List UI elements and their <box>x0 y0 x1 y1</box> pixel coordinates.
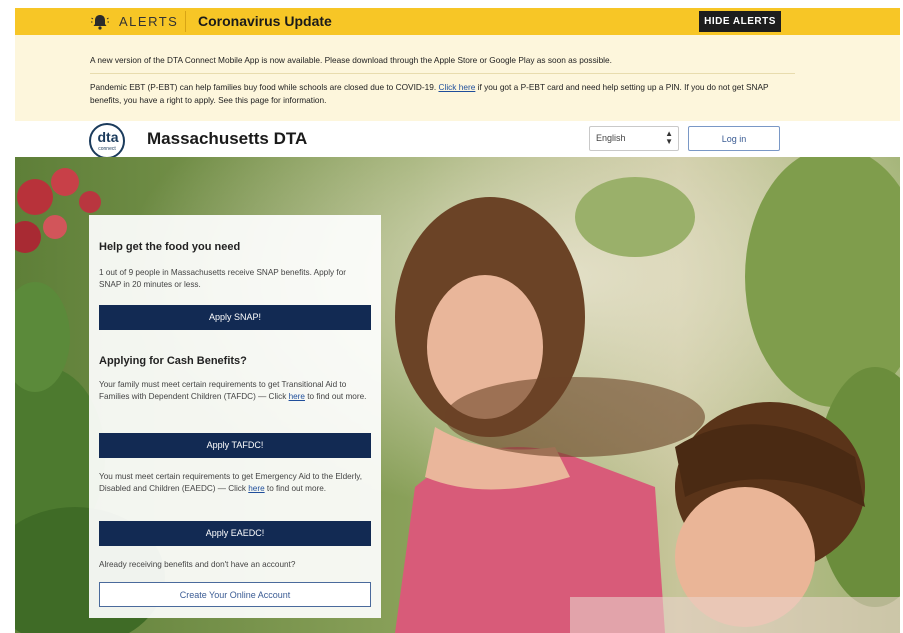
cash-benefits-heading: Applying for Cash Benefits? <box>99 355 247 367</box>
account-prompt: Already receiving benefits and don't hav… <box>99 560 296 569</box>
bell-icon <box>91 13 109 31</box>
login-button[interactable]: Log in <box>688 126 780 151</box>
dta-connect-logo[interactable]: dta connect <box>89 123 125 159</box>
eaedc-description: You must meet certain requirements to ge… <box>99 471 369 494</box>
logo-text: dta <box>97 129 119 145</box>
alert-divider <box>185 11 186 32</box>
alert-message-app: A new version of the DTA Connect Mobile … <box>90 55 612 65</box>
hide-alerts-button[interactable]: HIDE ALERTS <box>699 11 781 32</box>
alerts-label: ALERTS <box>119 14 179 29</box>
tafdc-description: Your family must meet certain requiremen… <box>99 379 369 402</box>
snap-description: 1 out of 9 people in Massachusetts recei… <box>99 268 346 289</box>
eaedc-text-cont: to find out more. <box>264 483 327 493</box>
alert-message-pebt: Pandemic EBT (P-EBT) can help families b… <box>90 81 795 107</box>
pebt-click-here-link[interactable]: Click here <box>438 82 475 92</box>
alert-title: Coronavirus Update <box>198 13 332 29</box>
eaedc-here-link[interactable]: here <box>248 484 264 493</box>
page: ALERTS Coronavirus Update HIDE ALERTS A … <box>15 0 900 633</box>
apply-tafdc-button[interactable]: Apply TAFDC! <box>99 433 371 458</box>
alert-bar: ALERTS Coronavirus Update HIDE ALERTS <box>15 8 900 35</box>
alert-message-text: Pandemic EBT (P-EBT) can help families b… <box>90 82 439 92</box>
tafdc-text-cont: to find out more. <box>304 391 367 401</box>
hero-banner: Help get the food you need 1 out of 9 pe… <box>15 157 900 633</box>
apply-eaedc-button[interactable]: Apply EAEDC! <box>99 521 371 546</box>
create-account-button[interactable]: Create Your Online Account <box>99 582 371 607</box>
alert-message-divider <box>90 73 795 74</box>
language-select[interactable]: English ▲ ▼ <box>589 126 679 151</box>
logo-subtext: connect <box>98 146 116 152</box>
apply-snap-button[interactable]: Apply SNAP! <box>99 305 371 330</box>
tafdc-here-link[interactable]: here <box>289 392 305 401</box>
site-header: dta connect Massachusetts DTA English ▲ ▼… <box>15 121 900 159</box>
language-value: English <box>596 133 626 143</box>
snap-heading: Help get the food you need <box>99 241 241 253</box>
benefits-card: Help get the food you need 1 out of 9 pe… <box>89 215 381 618</box>
site-title: Massachusetts DTA <box>147 129 308 148</box>
alert-messages: A new version of the DTA Connect Mobile … <box>15 35 900 121</box>
select-arrows-icon: ▲ ▼ <box>665 129 673 146</box>
